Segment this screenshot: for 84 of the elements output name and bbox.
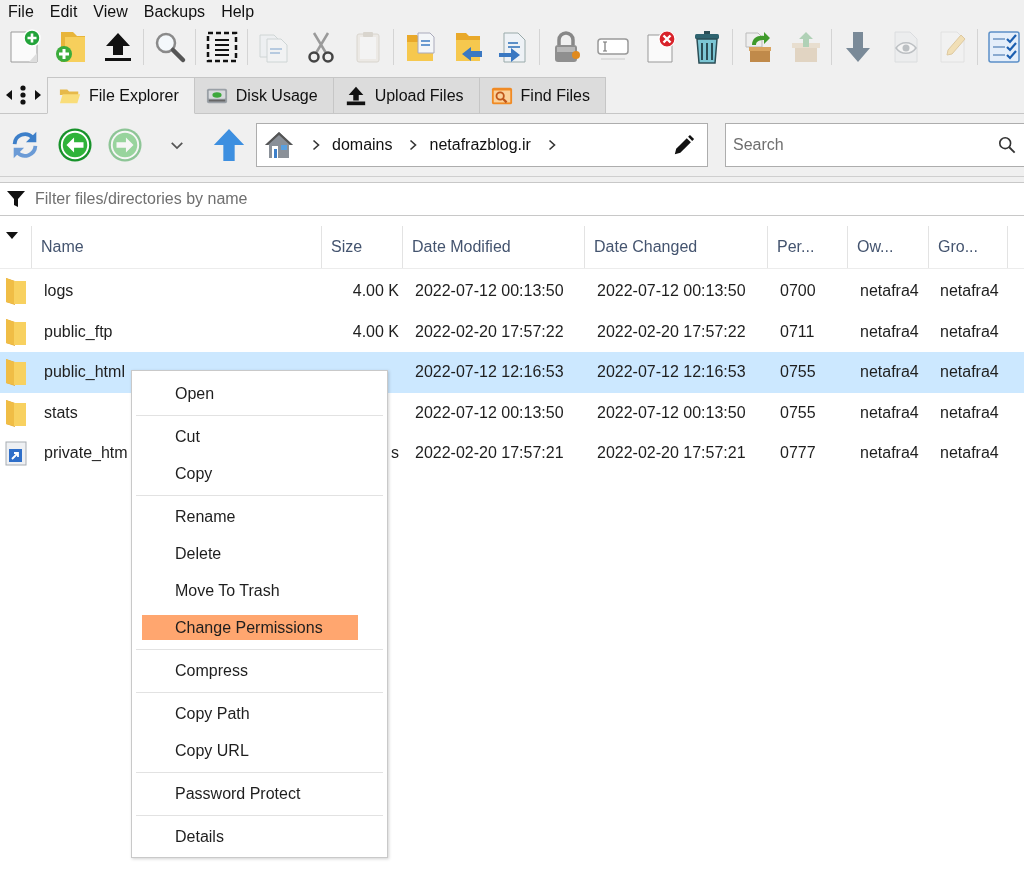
owner-name: netafra4 — [860, 403, 919, 421]
owner-name: netafra4 — [860, 444, 919, 462]
address-bar[interactable]: domains netafrazblog.ir — [256, 123, 708, 167]
filter-icon — [7, 190, 25, 208]
owner-name: netafra4 — [860, 322, 919, 340]
modified-date: 2022-07-12 00:13:50 — [415, 403, 564, 421]
permissions-text: 0755 — [780, 403, 816, 421]
menu-item[interactable]: Details — [142, 824, 358, 849]
tab[interactable]: Disk Usage — [194, 77, 334, 114]
column-header[interactable]: Per... — [768, 226, 848, 268]
menu-bar-item[interactable]: Edit — [41, 1, 86, 23]
breadcrumb-link[interactable]: netafrazblog.ir — [429, 136, 531, 154]
file-name: logs — [44, 282, 74, 300]
tab[interactable]: File Explorer — [47, 77, 195, 114]
tab[interactable]: Upload Files — [333, 77, 480, 114]
menu-item[interactable]: Move To Trash — [142, 578, 358, 603]
changed-date: 2022-07-12 12:16:53 — [597, 363, 746, 381]
more-icon[interactable] — [20, 85, 27, 105]
menu-item[interactable]: Password Protect — [142, 781, 358, 806]
tab[interactable]: Find Files — [479, 77, 606, 114]
file-name: public_html — [44, 363, 125, 381]
tab-left-icon[interactable] — [6, 90, 13, 100]
column-header[interactable]: Date Changed — [585, 226, 768, 268]
changed-date: 2022-02-20 17:57:22 — [597, 322, 746, 340]
menu-bar-item[interactable]: View — [85, 1, 136, 23]
file-name: public_ftp — [44, 322, 113, 340]
group-name: netafra4 — [940, 282, 999, 300]
menu-item[interactable]: Copy Path — [142, 701, 358, 726]
search-field[interactable]: Search — [725, 123, 1024, 167]
group-name: netafra4 — [940, 403, 999, 421]
file-name: stats — [44, 403, 78, 421]
menu-bar-item[interactable]: File — [0, 1, 42, 23]
changed-date: 2022-07-12 00:13:50 — [597, 282, 746, 300]
column-header[interactable]: Name — [32, 226, 322, 268]
folder-icon — [4, 398, 28, 427]
menu-bar-item[interactable]: Help — [213, 1, 263, 23]
permissions-text: 0700 — [780, 282, 816, 300]
column-header[interactable]: Gro... — [929, 226, 1008, 268]
modified-date: 2022-07-12 12:16:53 — [415, 363, 564, 381]
breadcrumb-link[interactable]: domains — [332, 136, 393, 154]
menu-bar-item[interactable]: Backups — [135, 1, 214, 23]
modified-date: 2022-02-20 17:57:22 — [415, 322, 564, 340]
permissions-text: 0711 — [780, 322, 815, 340]
chevron-icon[interactable] — [312, 139, 320, 151]
file-name: private_htm — [44, 444, 128, 462]
column-header[interactable]: Ow... — [848, 226, 929, 268]
chevron-icon[interactable] — [547, 139, 556, 151]
up-arrow-icon — [212, 128, 246, 162]
menu-item[interactable]: Compress — [142, 658, 358, 683]
group-name: netafra4 — [940, 363, 999, 381]
changed-date: 2022-02-20 17:57:21 — [597, 444, 746, 462]
home-icon[interactable] — [263, 129, 295, 161]
chevron-icon[interactable] — [409, 139, 418, 151]
filter-field[interactable]: Filter files/directories by name — [0, 182, 1024, 216]
modified-date: 2022-07-12 00:13:50 — [415, 282, 564, 300]
sort-caret-icon[interactable] — [6, 232, 18, 239]
permissions-text: 0755 — [780, 363, 816, 381]
folder-icon — [4, 317, 28, 346]
folder-icon — [4, 277, 28, 306]
column-header[interactable]: Date Modified — [403, 226, 585, 268]
search-icon[interactable] — [998, 136, 1016, 154]
upload-icon — [344, 84, 367, 107]
menu-item[interactable]: Copy URL — [142, 738, 358, 763]
menu-item[interactable]: Rename — [142, 504, 358, 529]
forward-arrow-icon — [108, 128, 142, 162]
back-arrow-icon — [58, 128, 92, 162]
modified-date: 2022-02-20 17:57:21 — [415, 444, 564, 462]
file-size: s — [391, 444, 399, 462]
file-size: 4.00 K — [352, 322, 399, 340]
group-name: netafra4 — [940, 322, 999, 340]
menu-item[interactable]: Delete — [142, 541, 358, 566]
folder-icon — [4, 358, 28, 387]
menu-item[interactable]: Change Permissions — [142, 615, 358, 640]
owner-name: netafra4 — [860, 363, 919, 381]
permissions-text: 0777 — [780, 444, 816, 462]
shortcut-icon — [4, 439, 28, 468]
caret-down-icon — [170, 140, 184, 150]
tab-right-icon[interactable] — [34, 90, 41, 100]
owner-name: netafra4 — [860, 282, 919, 300]
changed-date: 2022-07-12 00:13:50 — [597, 403, 746, 421]
file-size: 4.00 K — [352, 282, 399, 300]
column-header[interactable]: Size — [322, 226, 403, 268]
group-name: netafra4 — [940, 444, 999, 462]
pencil-icon[interactable] — [673, 134, 695, 156]
